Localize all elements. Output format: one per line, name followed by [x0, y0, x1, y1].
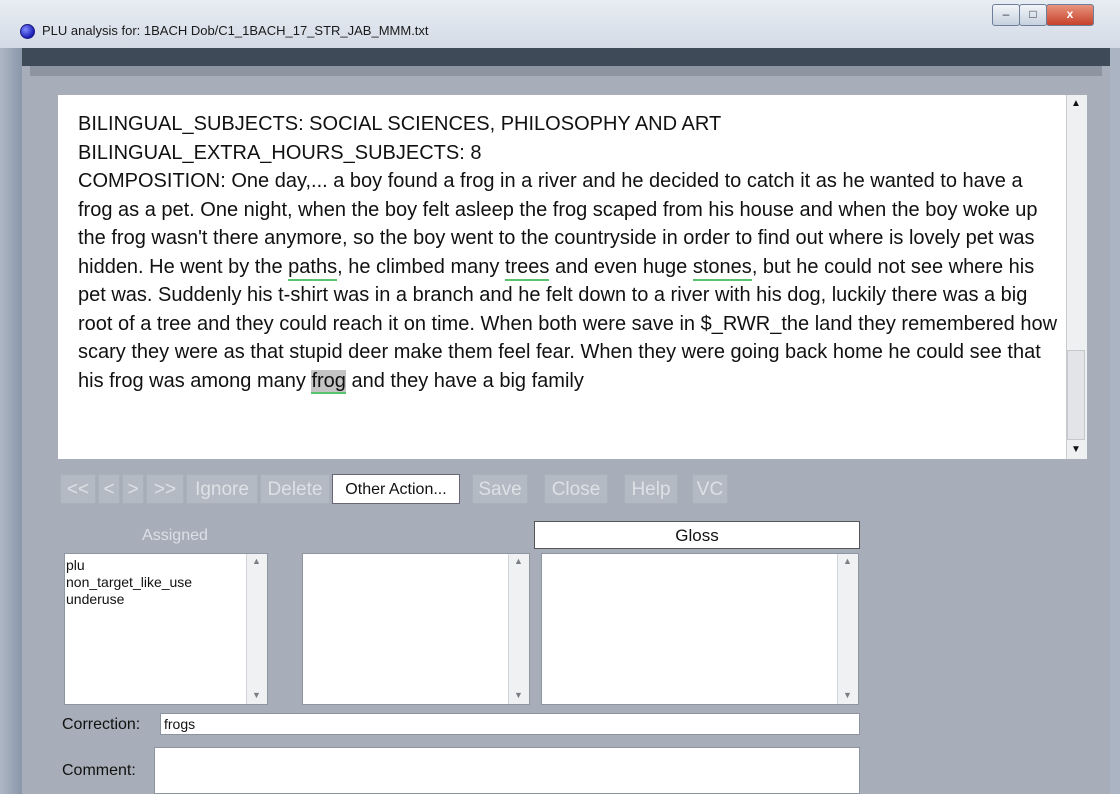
panel-header-strip [22, 48, 1110, 66]
gloss-list-scrollbar[interactable] [837, 554, 858, 704]
scroll-up-arrow-icon[interactable]: ▲ [508, 556, 529, 566]
first-button[interactable]: << [60, 474, 96, 504]
error-mark-paths[interactable]: paths [288, 255, 338, 281]
last-button[interactable]: >> [146, 474, 184, 504]
error-mark-trees[interactable]: trees [504, 255, 550, 281]
correction-label: Correction: [62, 716, 141, 733]
comment-label: Comment: [62, 762, 136, 779]
error-mark-stones[interactable]: stones [692, 255, 752, 281]
assigned-label: Assigned [142, 527, 208, 544]
gloss-tab[interactable]: Gloss [534, 521, 860, 549]
save-button[interactable]: Save [472, 474, 528, 504]
scroll-up-arrow-icon[interactable]: ▲ [1066, 95, 1086, 113]
close-window-button[interactable]: x [1046, 4, 1094, 26]
gloss-listbox[interactable] [541, 553, 859, 705]
delete-button[interactable]: Delete [260, 474, 330, 504]
scroll-down-arrow-icon[interactable]: ▼ [1066, 441, 1086, 459]
text-segment: and even huge [549, 255, 693, 278]
window-frame-right [1110, 48, 1120, 794]
scroll-down-arrow-icon[interactable]: ▼ [508, 690, 529, 700]
text-line-bilingual-subjects: BILINGUAL_SUBJECTS: SOCIAL SCIENCES, PHI… [78, 113, 722, 135]
minimize-button[interactable]: – [992, 4, 1020, 26]
assigned-items: plu non_target_like_use underuse [66, 557, 192, 608]
scroll-down-arrow-icon[interactable]: ▼ [246, 690, 267, 700]
correction-input[interactable] [160, 713, 860, 735]
next-button[interactable]: > [122, 474, 144, 504]
scroll-up-arrow-icon[interactable]: ▲ [837, 556, 858, 566]
window-title: PLU analysis for: 1BACH Dob/C1_1BACH_17_… [42, 23, 429, 38]
close-button[interactable]: Close [544, 474, 608, 504]
comment-input[interactable] [154, 747, 860, 794]
list-item[interactable]: non_target_like_use [66, 574, 192, 591]
error-mark-frog-selected[interactable]: frog [311, 369, 346, 394]
text-line-extra-hours: BILINGUAL_EXTRA_HOURS_SUBJECTS: 8 [78, 141, 482, 164]
middle-list-scrollbar[interactable] [508, 554, 529, 704]
list-item[interactable]: underuse [66, 591, 192, 608]
essay-text: BILINGUAL_SUBJECTS: SOCIAL SCIENCES, PHI… [78, 110, 1058, 395]
scroll-down-arrow-icon[interactable]: ▼ [837, 690, 858, 700]
panel-shade [30, 66, 1102, 76]
maximize-button[interactable]: □ [1019, 4, 1047, 26]
vc-button[interactable]: VC [692, 474, 728, 504]
scrollbar-thumb[interactable] [1067, 350, 1085, 440]
middle-listbox[interactable] [302, 553, 530, 705]
other-action-button[interactable]: Other Action... [332, 474, 460, 504]
text-segment: , he climbed many [337, 255, 505, 278]
app-icon [20, 24, 35, 39]
prev-button[interactable]: < [98, 474, 120, 504]
scroll-up-arrow-icon[interactable]: ▲ [246, 556, 267, 566]
assigned-list-scrollbar[interactable] [246, 554, 267, 704]
ignore-button[interactable]: Ignore [186, 474, 258, 504]
window-frame-left [0, 48, 22, 794]
text-segment: and they have a big family [345, 369, 584, 392]
help-button[interactable]: Help [624, 474, 678, 504]
list-item[interactable]: plu [66, 557, 192, 574]
composition-paragraph: COMPOSITION: One day,... a boy found a f… [78, 167, 1058, 395]
